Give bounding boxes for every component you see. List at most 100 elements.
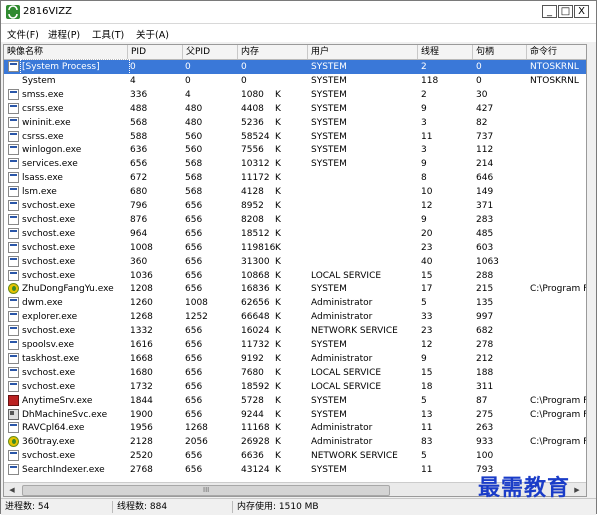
cell-memory: 0 <box>241 75 247 86</box>
menu-file[interactable]: 文件(F) <box>7 27 39 41</box>
table-row[interactable]: csrss.exe 588 560 58524 K SYSTEM 11 737 <box>4 130 586 144</box>
title-bar[interactable]: 2816VIZZ _ □ X <box>1 1 596 24</box>
table-row[interactable]: csrss.exe 488 480 4408 K SYSTEM 9 427 <box>4 102 586 116</box>
scroll-right-icon[interactable]: ▶ <box>571 484 583 496</box>
anytime-app-icon <box>8 394 19 406</box>
table-row[interactable]: 360tray.exe 2128 2056 26928 K Administrator 83… <box>4 435 586 449</box>
column-header-handles[interactable]: 句柄 <box>473 45 527 59</box>
cell-user <box>310 241 419 255</box>
table-row[interactable]: svchost.exe 876 656 8208 K 9 283 <box>4 213 586 227</box>
cell-memory: 11172 <box>241 173 270 184</box>
cell-memory: 0 <box>241 62 247 72</box>
cell-threads: 12 <box>421 340 433 350</box>
table-row[interactable]: spoolsv.exe 1616 656 11732 K SYSTEM 12 278 <box>4 338 586 352</box>
column-header-memory[interactable]: 内存 <box>238 45 308 59</box>
cell-memory-unit: K <box>275 228 281 239</box>
cell-memory-unit: K <box>275 256 281 267</box>
minimize-button[interactable]: _ <box>542 5 557 18</box>
table-row[interactable]: [System Process] 0 0 0 SYSTEM 2 0 NTOSKRNL <box>4 59 586 75</box>
cell-cmdline: C:\Program Fi <box>530 284 587 295</box>
column-header-pid[interactable]: PID <box>128 45 183 59</box>
table-row[interactable]: services.exe 656 568 10312 K SYSTEM 9 214 <box>4 157 586 171</box>
cell-pid: 1956 <box>130 423 153 434</box>
cell-name: winlogon.exe <box>22 145 82 156</box>
cell-cmdline: NTOSKRNL <box>530 62 579 72</box>
cell-handles: 997 <box>476 312 494 323</box>
cell-name: System <box>22 75 56 86</box>
scroll-left-icon[interactable]: ◀ <box>6 484 18 496</box>
table-row[interactable]: System 4 0 0 SYSTEM 118 0 NTOSKRNL <box>4 74 586 88</box>
cell-ppid: 656 <box>185 242 203 253</box>
close-button[interactable]: X <box>574 5 589 18</box>
menu-tools[interactable]: 工具(T) <box>92 27 124 41</box>
table-row[interactable]: svchost.exe 1732 656 18592 K LOCAL SERVICE 18 3… <box>4 380 586 394</box>
cell-threads: 40 <box>421 256 433 267</box>
cell-threads: 3 <box>421 145 427 156</box>
table-row[interactable]: svchost.exe 1036 656 10868 K LOCAL SERVICE 15 2… <box>4 269 586 283</box>
menu-about[interactable]: 关于(A) <box>136 27 169 41</box>
process-icon <box>8 213 19 225</box>
column-header-ppid[interactable]: 父PID <box>183 45 238 59</box>
cell-cmdline <box>529 199 586 213</box>
cell-memory: 8208 <box>241 214 264 225</box>
table-row[interactable]: svchost.exe 1332 656 16024 K NETWORK SERVICE 2… <box>4 324 586 338</box>
column-header-name[interactable]: 映像名称 <box>4 45 128 59</box>
cell-ppid: 0 <box>185 75 191 86</box>
table-row[interactable]: wininit.exe 568 480 5236 K SYSTEM 3 82 <box>4 116 586 130</box>
cell-user: SYSTEM <box>311 465 347 476</box>
cell-user <box>310 227 419 241</box>
cell-handles: 100 <box>476 451 494 462</box>
cell-memory-unit: K <box>275 284 281 295</box>
table-row[interactable]: smss.exe 336 4 1080 K SYSTEM 2 30 <box>4 88 586 102</box>
cell-name: svchost.exe <box>22 451 76 462</box>
cell-pid: 1900 <box>130 409 153 420</box>
cell-ppid: 656 <box>185 395 203 406</box>
table-row[interactable]: svchost.exe 796 656 8952 K 12 371 <box>4 199 586 213</box>
cell-pid: 1616 <box>130 340 153 350</box>
table-row[interactable]: DhMachineSvc.exe 1900 656 9244 K SYSTEM 13 275 C… <box>4 408 586 422</box>
table-row[interactable]: lsass.exe 672 568 11172 K 8 646 <box>4 171 586 185</box>
cell-ppid: 1268 <box>185 423 208 434</box>
scrollbar-thumb[interactable]: III <box>22 485 390 496</box>
cell-threads: 9 <box>421 353 427 364</box>
cell-memory-unit <box>274 60 295 74</box>
cell-ppid: 656 <box>185 228 203 239</box>
cell-handles: 212 <box>476 353 494 364</box>
column-header-threads[interactable]: 线程 <box>418 45 473 59</box>
cell-name: explorer.exe <box>22 312 78 323</box>
table-row[interactable]: svchost.exe 1680 656 7680 K LOCAL SERVICE 15 18… <box>4 366 586 380</box>
cell-memory: 6636 <box>241 451 264 462</box>
cell-user: Administrator <box>311 353 373 364</box>
table-row[interactable]: lsm.exe 680 568 4128 K 10 149 <box>4 185 586 199</box>
menu-process[interactable]: 进程(P) <box>48 27 80 41</box>
cell-pid: 1732 <box>130 381 153 392</box>
maximize-button[interactable]: □ <box>558 5 573 18</box>
cell-user: Administrator <box>311 423 373 434</box>
table-row[interactable]: RAVCpl64.exe 1956 1268 11168 K Administrator 1… <box>4 421 586 435</box>
cell-memory-unit: K <box>275 145 281 156</box>
table-row[interactable]: svchost.exe 360 656 31300 K 40 1063 <box>4 255 586 269</box>
cell-handles: 135 <box>476 298 494 309</box>
cell-user: SYSTEM <box>311 395 347 406</box>
table-row[interactable]: dwm.exe 1260 1008 62656 K Administrator 5 135 <box>4 296 586 310</box>
column-header-cmdline[interactable]: 命令行 <box>527 45 586 59</box>
cell-memory: 16836 <box>241 284 270 295</box>
table-row[interactable]: svchost.exe 964 656 18512 K 20 485 <box>4 227 586 241</box>
table-row[interactable]: ZhuDongFangYu.exe 1208 656 16836 K SYSTEM 17 21… <box>4 282 587 296</box>
cell-memory-unit: K <box>275 451 281 462</box>
table-row[interactable]: winlogon.exe 636 560 7556 K SYSTEM 3 112 <box>4 143 586 157</box>
column-header-user[interactable]: 用户 <box>308 45 418 59</box>
cell-memory: 66648 <box>241 312 270 323</box>
cell-handles: 215 <box>476 284 494 295</box>
cell-threads: 2 <box>421 62 427 72</box>
table-row[interactable]: explorer.exe 1268 1252 66648 K Administrator 3… <box>4 310 586 324</box>
table-row[interactable]: taskhost.exe 1668 656 9192 K Administrator 9 21… <box>4 352 586 366</box>
cell-ppid: 560 <box>185 145 203 156</box>
menu-bar: 文件(F) 进程(P) 工具(T) 关于(A) <box>1 24 596 42</box>
watermark-text: 最需教育 <box>478 475 571 501</box>
table-row[interactable]: svchost.exe 2520 656 6636 K NETWORK SERVICE 5 1… <box>4 449 586 463</box>
cell-threads: 15 <box>421 270 433 281</box>
table-row[interactable]: AnytimeSrv.exe 1844 656 5728 K SYSTEM 5 87 C:\Pr… <box>4 394 586 408</box>
cell-name: 360tray.exe <box>22 437 75 448</box>
table-row[interactable]: svchost.exe 1008 656 119816 K 23 603 <box>4 241 586 255</box>
